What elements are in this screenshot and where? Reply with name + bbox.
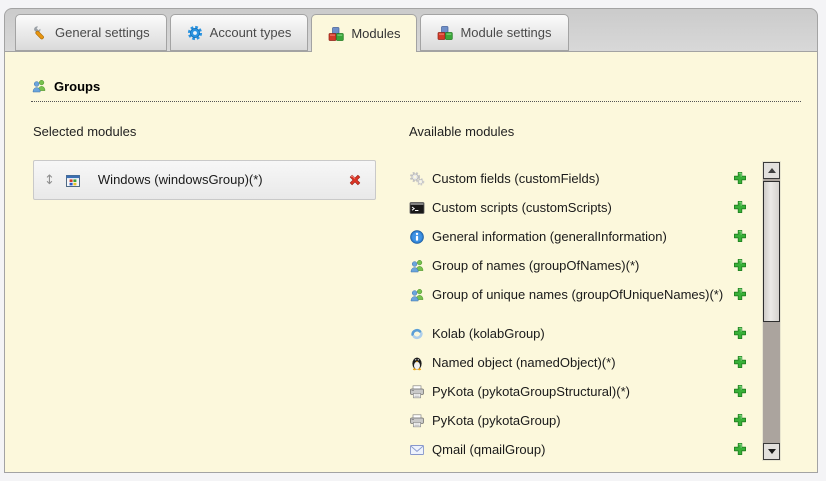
selected-module-row[interactable]: ↕ Windows (windowsGroup)(*) bbox=[33, 160, 376, 200]
kolab-icon bbox=[409, 326, 425, 342]
module-label: Group of unique names (groupOfUniqueName… bbox=[432, 286, 724, 303]
triangle-down-icon bbox=[768, 449, 776, 454]
tab-label: Module settings bbox=[460, 25, 551, 40]
windows-icon bbox=[65, 173, 81, 189]
available-modules-list: Custom fields (customFields) Custom scri… bbox=[409, 170, 763, 461]
group-icon bbox=[409, 258, 425, 274]
available-module-row: Group of unique names (groupOfUniqueName… bbox=[409, 286, 763, 320]
add-module-icon[interactable] bbox=[732, 257, 748, 273]
add-module-icon[interactable] bbox=[732, 199, 748, 215]
add-module-icon[interactable] bbox=[732, 354, 748, 370]
module-label: Group of names (groupOfNames)(*) bbox=[432, 257, 724, 274]
tab-label: Account types bbox=[210, 25, 292, 40]
module-label: Kolab (kolabGroup) bbox=[432, 325, 724, 342]
add-module-icon[interactable] bbox=[732, 325, 748, 341]
modules-icon bbox=[437, 25, 453, 41]
available-module-row: Named object (namedObject)(*) bbox=[409, 354, 763, 374]
tab-label: General settings bbox=[55, 25, 150, 40]
printer-icon bbox=[409, 413, 425, 429]
scrollbar-thumb[interactable] bbox=[763, 181, 780, 322]
tab-module-settings[interactable]: Module settings bbox=[420, 14, 568, 51]
gear-icon bbox=[187, 25, 203, 41]
selected-modules-heading: Selected modules bbox=[33, 124, 381, 139]
selected-modules-list: ↕ Windows (windowsGroup)(*) bbox=[33, 160, 381, 200]
wrench-icon bbox=[32, 25, 48, 41]
module-label: PyKota (pykotaGroup) bbox=[432, 412, 724, 429]
add-module-icon[interactable] bbox=[732, 441, 748, 457]
tab-modules[interactable]: Modules bbox=[311, 14, 417, 52]
modules-tab-content: Groups Selected modules ↕ Windows (windo… bbox=[4, 52, 818, 473]
tab-label: Modules bbox=[351, 26, 400, 41]
tab-bar: General settings Account types Modules M… bbox=[5, 9, 817, 51]
terminal-icon bbox=[409, 200, 425, 216]
scroll-down-button[interactable] bbox=[763, 443, 780, 460]
triangle-up-icon bbox=[768, 168, 776, 173]
printer-icon bbox=[409, 384, 425, 400]
group-icon bbox=[409, 287, 425, 303]
available-module-row: Kolab (kolabGroup) bbox=[409, 325, 763, 345]
available-module-row: PyKota (pykotaGroupStructural)(*) bbox=[409, 383, 763, 403]
available-modules-heading: Available modules bbox=[409, 124, 763, 139]
available-module-row: Group of names (groupOfNames)(*) bbox=[409, 257, 763, 277]
config-window: General settings Account types Modules M… bbox=[4, 8, 818, 473]
available-module-row: Custom fields (customFields) bbox=[409, 170, 763, 190]
available-module-row: PyKota (pykotaGroup) bbox=[409, 412, 763, 432]
scrollbar-track[interactable] bbox=[763, 162, 780, 460]
tab-strip: General settings Account types Modules M… bbox=[4, 8, 818, 52]
info-icon bbox=[409, 229, 425, 245]
available-module-row: General information (generalInformation) bbox=[409, 228, 763, 248]
add-module-icon[interactable] bbox=[732, 228, 748, 244]
section-title: Groups bbox=[54, 79, 100, 94]
module-label: Windows (windowsGroup)(*) bbox=[98, 172, 329, 188]
module-label: Custom scripts (customScripts) bbox=[432, 199, 724, 216]
tab-account-types[interactable]: Account types bbox=[170, 14, 309, 51]
selected-modules-panel: Selected modules ↕ Windows (windowsGroup… bbox=[33, 124, 381, 200]
section-header: Groups bbox=[31, 78, 801, 102]
add-module-icon[interactable] bbox=[732, 170, 748, 186]
penguin-icon bbox=[409, 355, 425, 371]
delete-icon[interactable] bbox=[347, 172, 363, 188]
module-label: Qmail (qmailGroup) bbox=[432, 441, 724, 458]
groups-icon bbox=[31, 78, 47, 94]
drag-handle-icon[interactable]: ↕ bbox=[44, 173, 55, 188]
available-module-row: Qmail (qmailGroup) bbox=[409, 441, 763, 461]
add-module-icon[interactable] bbox=[732, 383, 748, 399]
add-module-icon[interactable] bbox=[732, 286, 748, 302]
module-label: Named object (namedObject)(*) bbox=[432, 354, 724, 371]
module-label: Custom fields (customFields) bbox=[432, 170, 724, 187]
add-module-icon[interactable] bbox=[732, 412, 748, 428]
modules-icon bbox=[328, 26, 344, 42]
module-label: PyKota (pykotaGroupStructural)(*) bbox=[432, 383, 724, 400]
gears-icon bbox=[409, 171, 425, 187]
available-modules-panel: Available modules Custom fields (customF… bbox=[409, 124, 763, 470]
tab-general-settings[interactable]: General settings bbox=[15, 14, 167, 51]
envelope-icon bbox=[409, 442, 425, 458]
module-label: General information (generalInformation) bbox=[432, 228, 724, 245]
scroll-up-button[interactable] bbox=[763, 162, 780, 179]
available-module-row: Custom scripts (customScripts) bbox=[409, 199, 763, 219]
